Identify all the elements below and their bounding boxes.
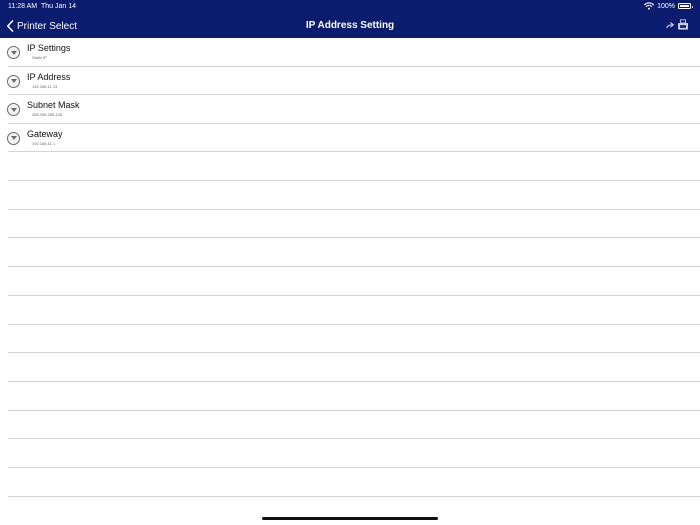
home-indicator[interactable] bbox=[262, 517, 438, 520]
empty-row bbox=[0, 181, 700, 210]
settings-list: IP Settings Static IP IP Address 192.168… bbox=[0, 38, 700, 496]
setting-row-gateway[interactable]: Gateway 192.168.11.1 bbox=[0, 124, 700, 153]
setting-row-subnet-mask[interactable]: Subnet Mask 255.255.255.128 bbox=[0, 95, 700, 124]
battery-icon bbox=[678, 3, 693, 9]
empty-row bbox=[0, 267, 700, 296]
setting-title: Subnet Mask bbox=[27, 100, 80, 110]
status-bar: 11:28 AM Thu Jan 14 100% bbox=[0, 0, 700, 13]
battery-percentage: 100% bbox=[657, 2, 675, 10]
setting-title: IP Address bbox=[27, 71, 71, 82]
share-arrow-icon[interactable] bbox=[666, 21, 675, 30]
nav-actions bbox=[666, 19, 689, 31]
empty-row bbox=[0, 468, 700, 497]
expand-chevron-icon[interactable] bbox=[7, 74, 20, 88]
expand-chevron-icon[interactable] bbox=[7, 131, 20, 145]
setting-row-ip-address[interactable]: IP Address 192.168.11.13 bbox=[0, 67, 700, 96]
empty-row bbox=[0, 382, 700, 411]
expand-chevron-icon[interactable] bbox=[7, 46, 20, 59]
empty-row bbox=[0, 295, 700, 324]
page-title: IP Address Setting bbox=[305, 20, 395, 31]
setting-value: 192.168.11.1 bbox=[32, 140, 56, 146]
empty-row bbox=[0, 152, 700, 181]
setting-value: 255.255.255.128 bbox=[32, 112, 63, 117]
setting-value: 192.168.11.13 bbox=[32, 83, 58, 89]
navigation-bar: 11:28 AM Thu Jan 14 100% Printer Select … bbox=[0, 0, 700, 38]
wifi-icon bbox=[644, 2, 655, 10]
empty-row bbox=[0, 353, 700, 382]
printer-icon[interactable] bbox=[677, 19, 689, 31]
setting-row-ip-settings[interactable]: IP Settings Static IP bbox=[0, 38, 700, 67]
empty-row bbox=[0, 238, 700, 267]
setting-title: IP Settings bbox=[27, 43, 71, 53]
empty-row bbox=[0, 439, 700, 468]
empty-row bbox=[0, 324, 700, 353]
empty-row bbox=[0, 410, 700, 439]
setting-title: Gateway bbox=[27, 128, 63, 139]
setting-value: Static IP bbox=[32, 55, 47, 60]
status-time: 11:28 AM bbox=[8, 3, 38, 10]
empty-row bbox=[0, 209, 700, 238]
status-date: Thu Jan 14 bbox=[41, 3, 77, 10]
expand-chevron-icon[interactable] bbox=[7, 103, 20, 116]
status-indicators: 100% bbox=[644, 2, 693, 10]
